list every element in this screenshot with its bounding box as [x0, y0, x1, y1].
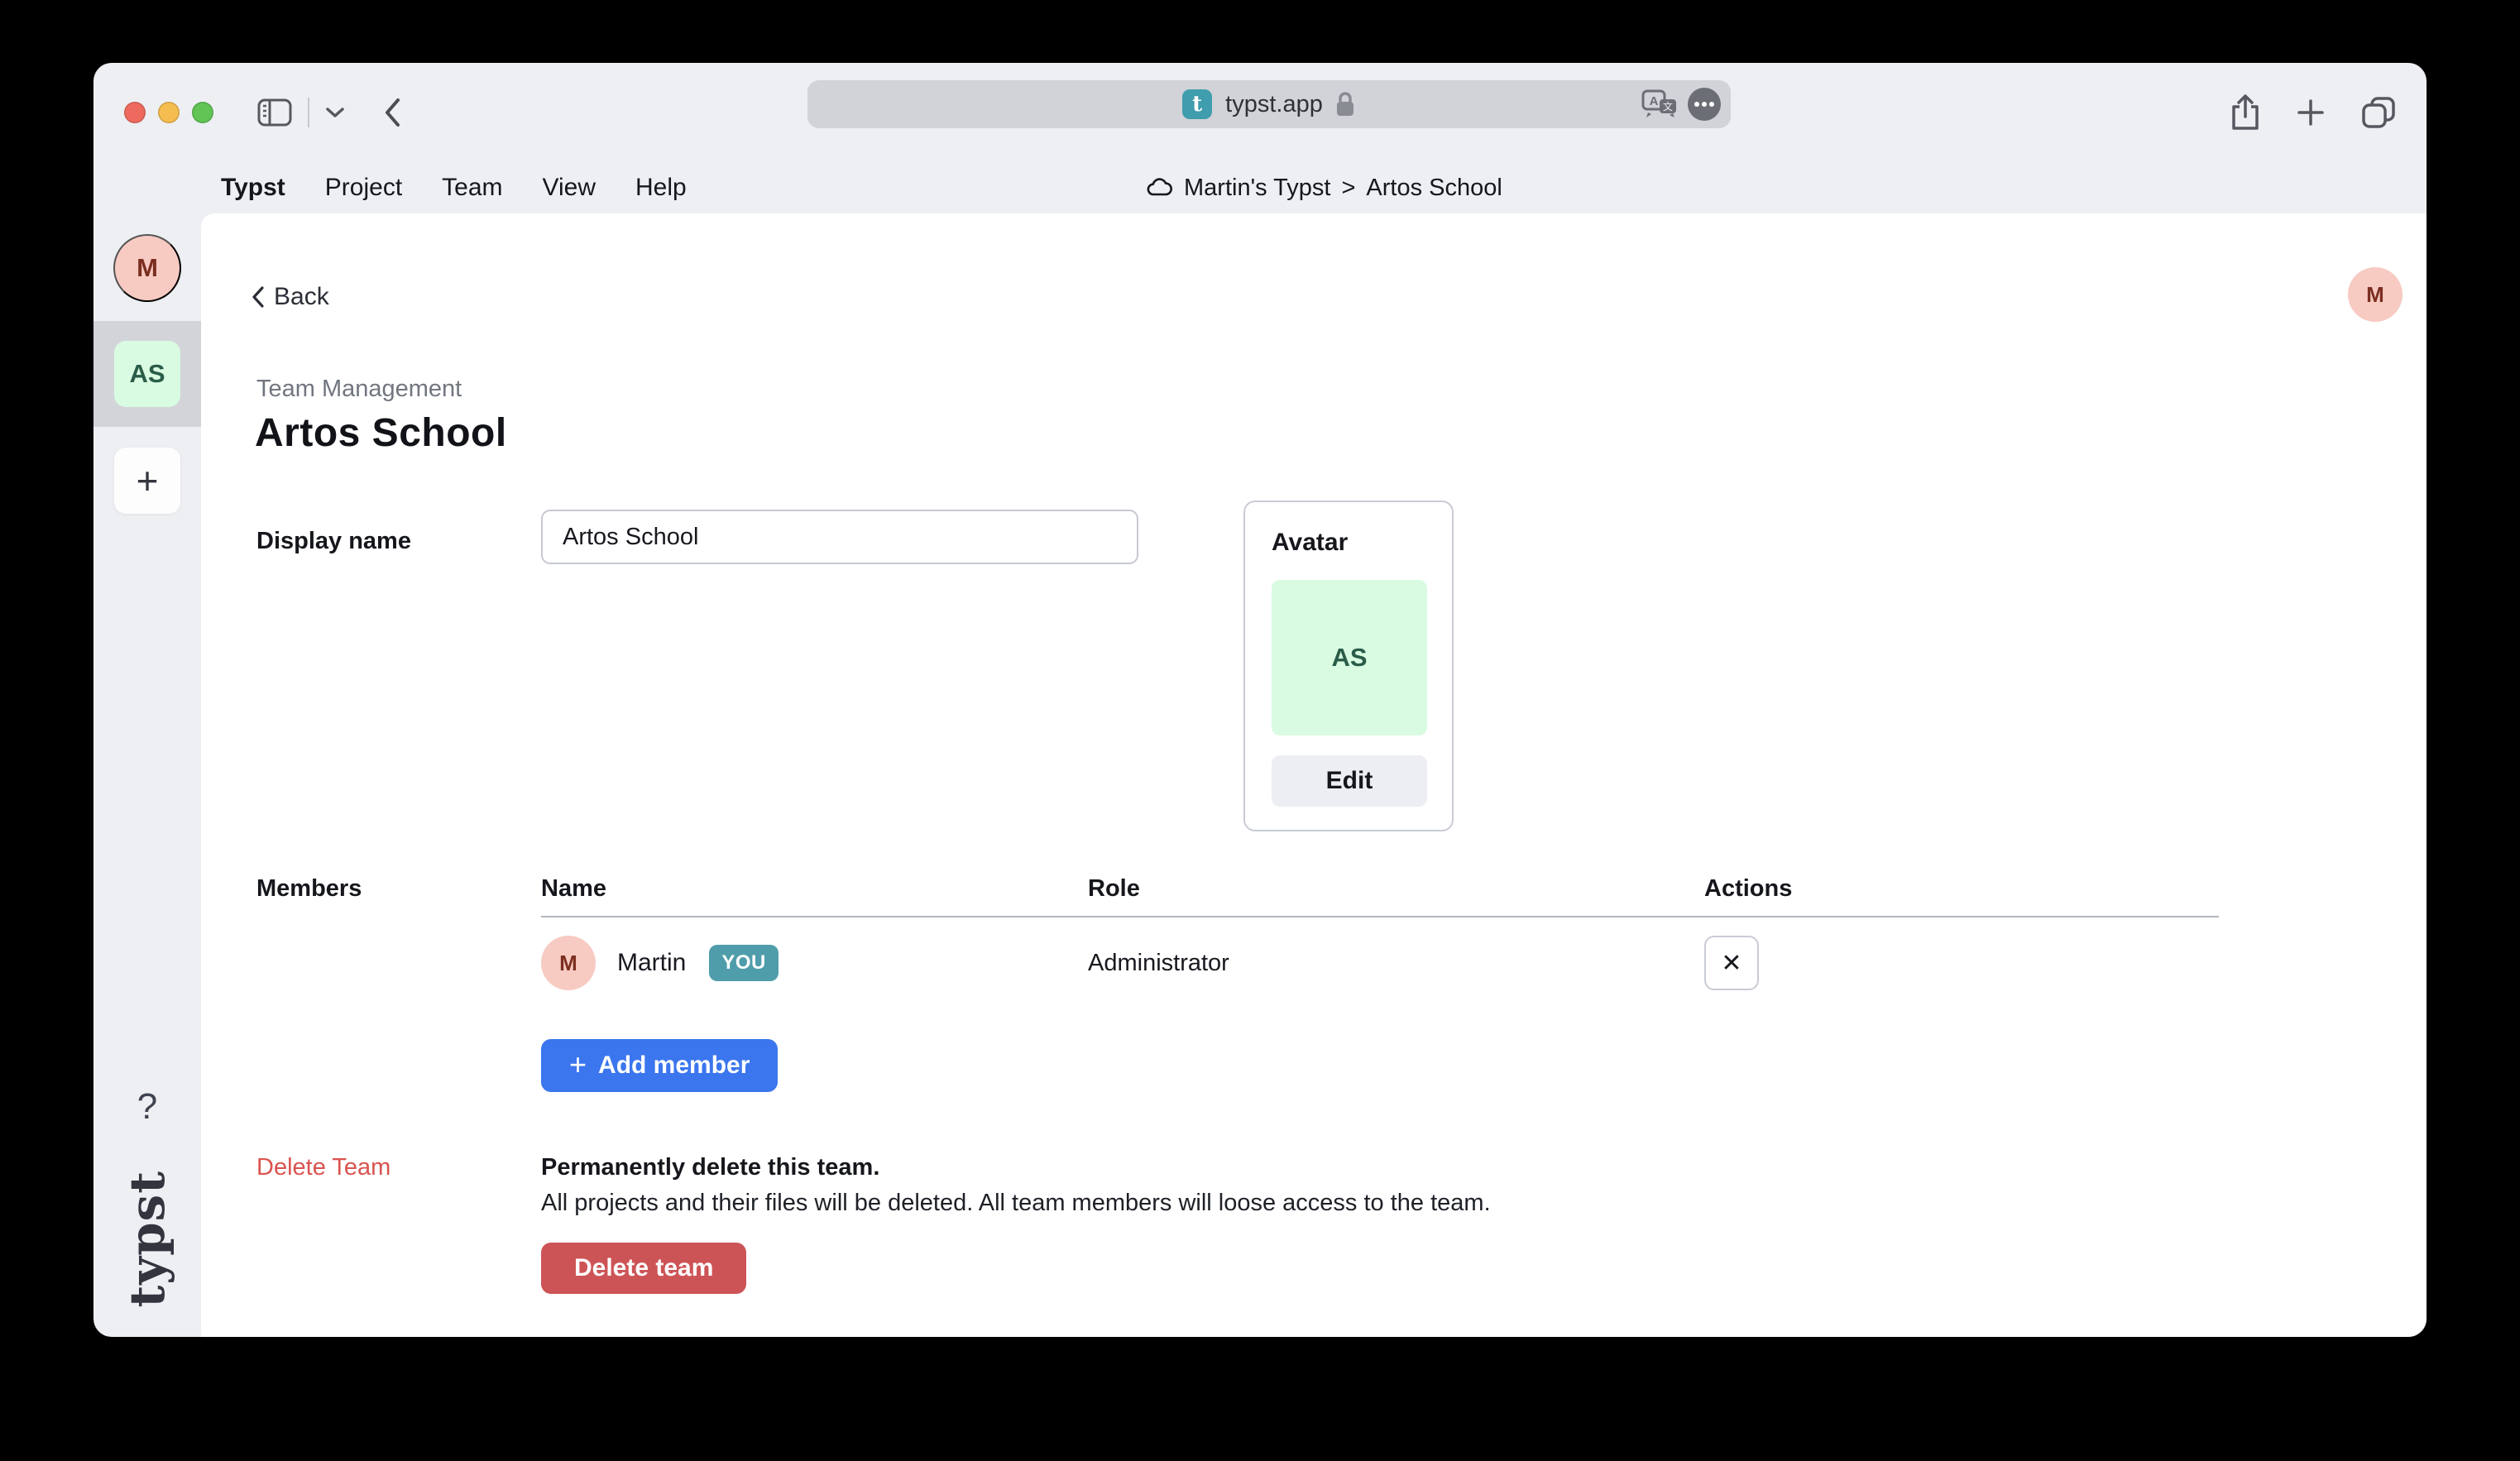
typst-wordmark: typst [119, 1171, 175, 1308]
back-label: Back [274, 283, 329, 311]
sidebar-selected-team[interactable]: AS [93, 321, 201, 427]
browser-back-icon[interactable] [382, 97, 402, 128]
screen: { "browser": { "url": "typst.app", "favi… [0, 0, 2520, 1461]
new-tab-icon[interactable] [2296, 98, 2326, 127]
minimize-window-button[interactable] [158, 102, 180, 123]
member-avatar: M [541, 936, 596, 990]
breadcrumb-current[interactable]: Artos School [1366, 175, 1502, 202]
page-title: Artos School [255, 410, 507, 456]
toolbar-right [2230, 93, 2397, 132]
column-role: Role [1088, 875, 1704, 903]
url-text: typst.app [1225, 91, 1323, 118]
back-chevron-icon [251, 285, 266, 309]
display-name-label: Display name [256, 528, 411, 555]
column-actions: Actions [1704, 875, 2219, 903]
you-badge: YOU [709, 945, 779, 981]
team-avatar: AS [114, 341, 180, 407]
sidebar-user-avatar[interactable]: M [113, 234, 181, 302]
share-icon[interactable] [2230, 93, 2261, 132]
plus-icon: + [569, 1047, 587, 1082]
breadcrumb: Martin's Typst > Artos School [1145, 175, 1502, 202]
delete-team-label: Delete Team [256, 1154, 390, 1181]
members-label: Members [256, 875, 362, 903]
delete-team-button[interactable]: Delete team [541, 1243, 746, 1294]
member-name: Martin [617, 949, 686, 977]
table-row: M Martin YOU Administrator ✕ [541, 936, 2219, 990]
menu-project[interactable]: Project [325, 174, 402, 202]
member-actions-cell: ✕ [1704, 936, 2219, 990]
account-avatar[interactable]: M [2348, 267, 2403, 322]
svg-text:A: A [1650, 94, 1659, 108]
browser-titlebar: t typst.app A 文 [93, 63, 2427, 162]
app-menubar: Typst Project Team View Help Martin's Ty… [93, 162, 2427, 213]
site-favicon: t [1182, 89, 1212, 119]
table-divider [541, 916, 2219, 917]
help-button[interactable]: ? [137, 1086, 157, 1128]
display-name-input[interactable] [541, 510, 1138, 564]
toolbar-left [256, 97, 402, 128]
add-team-button[interactable]: + [114, 448, 180, 514]
translate-icon[interactable]: A 文 [1640, 88, 1679, 121]
delete-team-description: All projects and their files will be del… [541, 1190, 1491, 1217]
traffic-lights [124, 102, 213, 123]
column-name: Name [541, 875, 1088, 903]
back-link[interactable]: Back [251, 283, 329, 311]
member-name-cell: M Martin YOU [541, 936, 1088, 990]
remove-member-button[interactable]: ✕ [1704, 936, 1759, 990]
menu-typst[interactable]: Typst [221, 174, 285, 202]
section-label: Team Management [256, 376, 462, 403]
team-avatar-preview: AS [1272, 580, 1427, 735]
add-member-button[interactable]: + Add member [541, 1039, 778, 1092]
breadcrumb-separator: > [1341, 175, 1355, 202]
member-role: Administrator [1088, 950, 1704, 977]
members-table: Name Role Actions M Martin YOU Administr… [541, 875, 2219, 990]
app-body: M AS + ? typst Back M Team Management Ar… [93, 213, 2427, 1337]
page-settings-icon[interactable] [1688, 88, 1721, 121]
edit-avatar-button[interactable]: Edit [1272, 755, 1427, 807]
members-table-header: Name Role Actions [541, 875, 2219, 903]
delete-team-heading: Permanently delete this team. [541, 1154, 879, 1181]
avatar-card: Avatar AS Edit [1243, 501, 1454, 831]
lock-icon [1334, 90, 1356, 118]
cloud-icon [1145, 177, 1173, 199]
close-window-button[interactable] [124, 102, 146, 123]
close-icon: ✕ [1721, 949, 1741, 978]
workspace-sidebar: M AS + ? typst [93, 213, 201, 1337]
tab-overview-icon[interactable] [2360, 95, 2397, 130]
sidebar-toggle-icon[interactable] [256, 98, 293, 127]
svg-text:文: 文 [1663, 100, 1673, 113]
team-management-page: Back M Team Management Artos School Disp… [201, 213, 2427, 1337]
zoom-window-button[interactable] [192, 102, 213, 123]
address-bar[interactable]: t typst.app A 文 [807, 80, 1731, 128]
menu-team[interactable]: Team [442, 174, 502, 202]
menu-help[interactable]: Help [635, 174, 687, 202]
browser-window: t typst.app A 文 [93, 63, 2427, 1337]
avatar-card-title: Avatar [1272, 529, 1425, 557]
menu-view[interactable]: View [543, 174, 596, 202]
address-bar-right-icons: A 文 [1640, 88, 1721, 121]
chevron-down-icon[interactable] [324, 106, 346, 119]
breadcrumb-workspace[interactable]: Martin's Typst [1184, 175, 1330, 202]
add-member-label: Add member [598, 1051, 750, 1080]
toolbar-divider [308, 98, 309, 127]
